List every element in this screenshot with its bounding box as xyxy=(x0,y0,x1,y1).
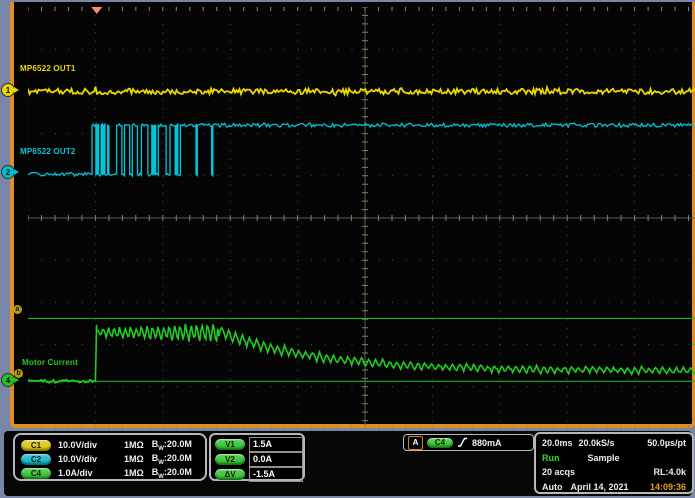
c1-badge[interactable]: C1 xyxy=(21,440,51,451)
c1-scale: 10.0V/div xyxy=(58,440,110,450)
dv-badge[interactable]: ΔV xyxy=(215,469,245,480)
run-state: Run xyxy=(542,453,560,463)
c2-scale: 10.0V/div xyxy=(58,454,110,464)
trigger-source-badge[interactable]: C4 xyxy=(427,438,453,448)
channel-1-marker-label: 1 xyxy=(6,86,10,95)
c2-bandwidth: BW:20.0M xyxy=(152,453,192,466)
waveform-display-area xyxy=(10,2,695,428)
channel-4-position-marker[interactable]: 4 xyxy=(1,373,15,387)
acq-row-timebase: 20.0ms 20.0kS/s 50.0µs/pt xyxy=(542,436,686,451)
c1-bandwidth: BW:20.0M xyxy=(152,439,192,452)
channel-1-position-marker[interactable]: 1 xyxy=(1,83,15,97)
graticule-grid xyxy=(28,7,695,429)
c4-bandwidth: BW:20.0M xyxy=(152,467,192,480)
channel-row-c1[interactable]: C1 10.0V/div 1MΩ BW:20.0M xyxy=(21,438,205,452)
cursor-row-v1[interactable]: V1 1.5A xyxy=(215,437,303,452)
c4-scale: 1.0A/div xyxy=(58,468,110,478)
v2-badge[interactable]: V2 xyxy=(215,454,245,465)
cursor-row-dv[interactable]: ΔV -1.5A xyxy=(215,467,303,482)
rising-edge-slope-icon xyxy=(457,437,468,448)
cursor-row-v2[interactable]: V2 0.0A xyxy=(215,452,303,467)
waveform-plot xyxy=(28,7,695,429)
cursor-b-handle[interactable]: b xyxy=(14,369,23,378)
channel-2-marker-label: 2 xyxy=(6,168,10,177)
dv-value: -1.5A xyxy=(249,467,303,482)
trace-label-ch2: MP6522 OUT2 xyxy=(20,147,76,156)
c4-badge[interactable]: C4 xyxy=(21,468,51,479)
acq-row-state: Run Sample xyxy=(542,451,686,466)
acq-row-count: 20 acqs RL:4.0k xyxy=(542,465,686,480)
date-text: April 14, 2021 xyxy=(571,482,629,492)
trigger-position-marker[interactable] xyxy=(91,7,102,14)
trace-ch4 xyxy=(28,324,695,383)
cursor-readout-panel[interactable]: V1 1.5A V2 0.0A ΔV -1.5A xyxy=(209,433,305,481)
acq-row-datetime: Auto April 14, 2021 14:09:36 xyxy=(542,480,686,495)
timebase-value: 20.0ms xyxy=(542,438,573,448)
c2-badge[interactable]: C2 xyxy=(21,454,51,465)
time-text: 14:09:36 xyxy=(650,482,686,492)
trigger-level-value: 880mA xyxy=(472,438,502,448)
channel-settings-panel[interactable]: C1 10.0V/div 1MΩ BW:20.0M C2 10.0V/div 1… xyxy=(13,433,207,481)
sample-rate: 20.0kS/s xyxy=(579,438,615,448)
v1-badge[interactable]: V1 xyxy=(215,439,245,450)
v2-value: 0.0A xyxy=(249,452,303,467)
c2-impedance: 1MΩ xyxy=(124,454,144,464)
trace-label-ch1: MP6522 OUT1 xyxy=(20,64,76,73)
channel-row-c4[interactable]: C4 1.0A/div 1MΩ BW:20.0M xyxy=(21,466,205,480)
trigger-readout[interactable]: A C4 880mA xyxy=(403,434,534,451)
acq-mode: Sample xyxy=(588,453,620,463)
acquisition-panel[interactable]: 20.0ms 20.0kS/s 50.0µs/pt Run Sample 20 … xyxy=(534,432,694,494)
trace-label-ch4: Motor Current xyxy=(22,358,78,367)
readout-bar: C1 10.0V/div 1MΩ BW:20.0M C2 10.0V/div 1… xyxy=(4,431,692,496)
record-length: RL:4.0k xyxy=(653,467,686,477)
cursor-a-handle[interactable]: a xyxy=(13,305,22,314)
channel-2-position-marker[interactable]: 2 xyxy=(1,165,15,179)
c1-impedance: 1MΩ xyxy=(124,440,144,450)
trigger-mode: Auto xyxy=(542,482,563,492)
resolution: 50.0µs/pt xyxy=(647,438,686,448)
channel-4-marker-label: 4 xyxy=(6,376,10,385)
channel-row-c2[interactable]: C2 10.0V/div 1MΩ BW:20.0M xyxy=(21,452,205,466)
trigger-a-indicator: A xyxy=(408,436,423,450)
c4-impedance: 1MΩ xyxy=(124,468,144,478)
acquisition-count: 20 acqs xyxy=(542,467,575,477)
v1-value: 1.5A xyxy=(249,437,303,452)
oscilloscope-screen: MP6522 OUT1 MP6522 OUT2 Motor Current 1 … xyxy=(0,0,695,498)
trace-ch2 xyxy=(28,123,695,176)
